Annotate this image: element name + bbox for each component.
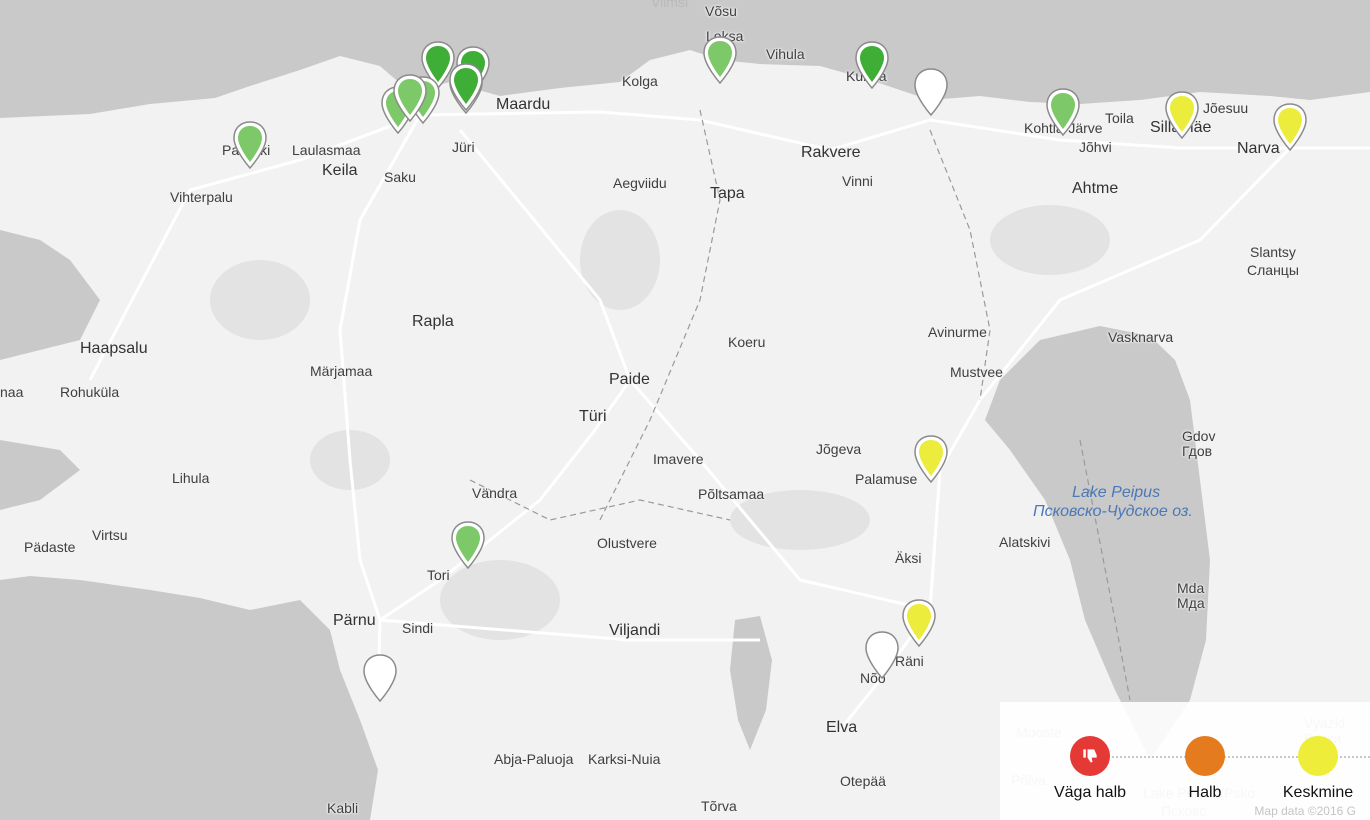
place-label: Palamuse bbox=[855, 471, 918, 487]
legend-label-bad: Halb bbox=[1188, 784, 1222, 801]
place-label: Abja-Paluoja bbox=[494, 751, 574, 767]
place-label: Paide bbox=[609, 371, 650, 388]
place-label: Aegviidu bbox=[613, 175, 667, 191]
legend-label-moderate: Keskmine bbox=[1282, 784, 1354, 801]
station-marker-moderate[interactable] bbox=[1272, 102, 1308, 152]
station-marker-moderate[interactable] bbox=[1164, 90, 1200, 140]
legend-item-moderate[interactable]: Keskmine bbox=[1258, 736, 1370, 802]
place-label: Jõesuu bbox=[1203, 100, 1249, 116]
place-label: Tori bbox=[427, 567, 450, 583]
place-label: Olustvere bbox=[597, 535, 657, 551]
place-label: Псковско-Чудское оз. bbox=[1033, 503, 1193, 520]
place-label: Keila bbox=[322, 162, 358, 179]
place-label: Maardu bbox=[496, 96, 551, 113]
station-marker-no-data[interactable] bbox=[362, 653, 398, 703]
thumbs-down-icon bbox=[1083, 749, 1097, 763]
place-label: Elva bbox=[826, 719, 858, 736]
place-label: Гдов bbox=[1182, 443, 1213, 459]
station-marker-good[interactable] bbox=[1045, 87, 1081, 137]
place-label: Sindi bbox=[402, 620, 434, 636]
place-label: Rohuküla bbox=[60, 384, 120, 400]
map-pin-icon bbox=[703, 36, 737, 85]
map-pin-icon bbox=[393, 74, 427, 123]
station-marker-good[interactable] bbox=[450, 520, 486, 570]
place-label: Gdov bbox=[1182, 428, 1216, 444]
place-label: Võsu bbox=[705, 3, 737, 19]
place-label: Alatskivi bbox=[999, 534, 1051, 550]
place-label: Kabli bbox=[327, 800, 359, 816]
legend-dot-bad bbox=[1185, 736, 1225, 776]
legend-item-bad[interactable]: Halb bbox=[1145, 736, 1265, 802]
place-label: Karksi-Nuia bbox=[588, 751, 661, 767]
station-marker-no-data[interactable] bbox=[864, 630, 900, 680]
place-label: Lihula bbox=[172, 470, 210, 486]
map-pin-icon bbox=[1165, 91, 1199, 140]
legend-dot-moderate bbox=[1298, 736, 1338, 776]
place-label: Põltsamaa bbox=[698, 486, 765, 502]
place-label: Virtsu bbox=[92, 527, 128, 543]
map-pin-icon bbox=[449, 63, 483, 112]
place-label: Viimsi bbox=[651, 0, 689, 10]
place-label: Rapla bbox=[412, 313, 454, 330]
legend-dot-very-bad bbox=[1070, 736, 1110, 776]
place-label: Ahtme bbox=[1072, 180, 1119, 197]
map-pin-icon bbox=[363, 654, 397, 703]
place-label: Jüri bbox=[452, 139, 475, 155]
place-label: Mustvee bbox=[950, 364, 1003, 380]
place-label: Vasknarva bbox=[1108, 329, 1174, 345]
place-label: Jõhvi bbox=[1079, 139, 1112, 155]
place-label: Kolga bbox=[622, 73, 658, 89]
place-label: naa bbox=[0, 384, 24, 400]
place-label: Otepää bbox=[840, 773, 886, 789]
map-pin-icon bbox=[855, 41, 889, 90]
place-label: Märjamaa bbox=[310, 363, 373, 379]
place-label: Vändra bbox=[472, 485, 518, 501]
legend-panel: Väga halb Halb Keskmine Map data ©2016 G bbox=[1000, 702, 1370, 820]
map-pin-icon bbox=[902, 599, 936, 648]
place-label: Jõgeva bbox=[816, 441, 862, 457]
place-label: Tõrva bbox=[701, 798, 737, 814]
legend-item-very-bad[interactable]: Väga halb bbox=[1030, 736, 1150, 802]
map-pin-icon bbox=[914, 68, 948, 117]
station-marker-no-data[interactable] bbox=[913, 67, 949, 117]
place-label: Slantsy bbox=[1250, 244, 1296, 260]
place-label: Toila bbox=[1105, 110, 1134, 126]
station-marker-good[interactable] bbox=[392, 73, 428, 123]
place-label: Pädaste bbox=[24, 539, 76, 555]
place-label: Saku bbox=[384, 169, 416, 185]
place-label: Türi bbox=[579, 408, 607, 425]
place-label: Mda bbox=[1177, 580, 1205, 596]
station-marker-very-good[interactable] bbox=[448, 62, 484, 112]
place-label: Мда bbox=[1177, 595, 1205, 611]
place-label: Avinurme bbox=[928, 324, 987, 340]
station-marker-very-good[interactable] bbox=[854, 40, 890, 90]
place-label: Vinni bbox=[842, 173, 873, 189]
station-marker-good[interactable] bbox=[702, 35, 738, 85]
place-label: Imavere bbox=[653, 451, 704, 467]
station-marker-moderate[interactable] bbox=[901, 598, 937, 648]
map-pin-icon bbox=[1273, 103, 1307, 152]
place-label: Äksi bbox=[895, 550, 922, 566]
place-label: Haapsalu bbox=[80, 340, 148, 357]
map-pin-icon bbox=[865, 631, 899, 680]
place-label: Koeru bbox=[728, 334, 766, 350]
place-label: Pärnu bbox=[333, 612, 376, 629]
legend-label-very-bad: Väga halb bbox=[1053, 784, 1127, 801]
place-label: Tapa bbox=[710, 185, 745, 202]
station-marker-good[interactable] bbox=[232, 120, 268, 170]
place-label: Vihula bbox=[766, 46, 805, 62]
place-label: Vihterpalu bbox=[170, 189, 233, 205]
map-attribution: Map data ©2016 G bbox=[1254, 804, 1356, 818]
place-label: Rakvere bbox=[801, 144, 861, 161]
place-label: Сланцы bbox=[1247, 262, 1299, 278]
place-label: Viljandi bbox=[609, 622, 661, 639]
map-pin-icon bbox=[233, 121, 267, 170]
map-pin-icon bbox=[1046, 88, 1080, 137]
map-pin-icon bbox=[914, 435, 948, 484]
place-label: Lake Peipus bbox=[1072, 484, 1161, 501]
map-pin-icon bbox=[451, 521, 485, 570]
place-label: Laulasmaa bbox=[292, 142, 361, 158]
station-marker-moderate[interactable] bbox=[913, 434, 949, 484]
